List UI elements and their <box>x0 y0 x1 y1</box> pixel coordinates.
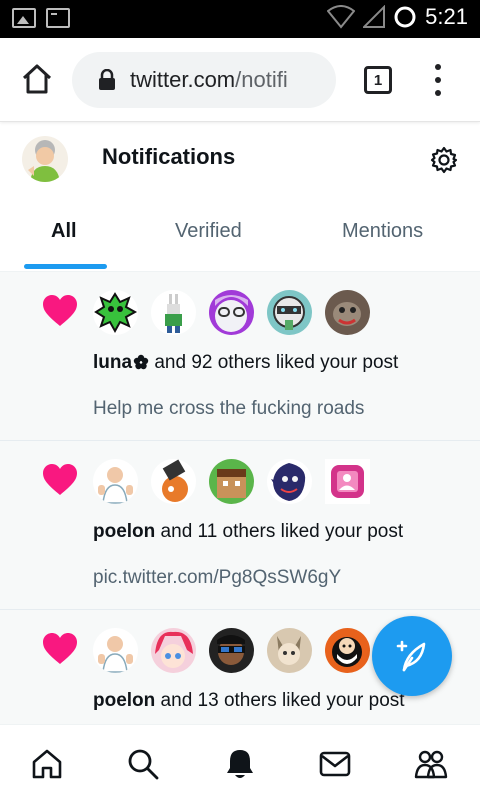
search-icon[interactable] <box>126 747 160 781</box>
terminal-notification-icon <box>46 8 70 28</box>
active-tab-indicator <box>24 264 107 269</box>
avatar[interactable] <box>325 459 370 504</box>
notification-text: luna and 92 others liked your post <box>93 352 398 376</box>
actor-name[interactable]: poelon <box>93 521 155 542</box>
liker-avatars <box>93 628 370 673</box>
avatar[interactable] <box>325 290 370 335</box>
browser-home-icon[interactable] <box>20 62 54 96</box>
compose-feather-icon <box>396 640 426 672</box>
notification-message: and 13 others liked your post <box>155 690 405 711</box>
actor-name[interactable]: poelon <box>93 690 155 711</box>
communities-icon[interactable] <box>414 747 448 781</box>
bottom-navigation <box>0 724 480 800</box>
tab-verified[interactable]: Verified <box>175 220 242 243</box>
status-bar: 5:21 <box>0 0 480 38</box>
notification-message: and 11 others liked your post <box>155 521 404 542</box>
avatar[interactable] <box>93 290 138 335</box>
avatar[interactable] <box>209 290 254 335</box>
home-icon[interactable] <box>30 747 64 781</box>
address-bar[interactable]: twitter.com/notifi <box>72 52 336 108</box>
avatar[interactable] <box>209 459 254 504</box>
lock-icon <box>99 69 115 90</box>
avatar[interactable] <box>151 290 196 335</box>
notification-tabs: All Verified Mentions <box>0 198 480 272</box>
actor-name[interactable]: luna <box>93 352 132 373</box>
post-preview[interactable]: Help me cross the fucking roads <box>93 398 364 420</box>
heart-icon <box>43 295 77 326</box>
signal-icon <box>363 5 386 28</box>
notifications-bell-icon[interactable] <box>223 747 257 781</box>
browser-toolbar: twitter.com/notifi 1 <box>0 38 480 122</box>
status-time: 5:21 <box>425 4 468 29</box>
wifi-icon <box>327 5 356 29</box>
profile-avatar[interactable] <box>22 136 68 182</box>
url-path: /notifi <box>235 67 288 92</box>
flower-icon <box>133 354 149 376</box>
messages-icon[interactable] <box>318 747 352 781</box>
heart-icon <box>43 464 77 495</box>
avatar[interactable] <box>93 459 138 504</box>
page-header: Notifications <box>0 124 480 198</box>
notification-text: poelon and 11 others liked your post <box>93 521 403 543</box>
notification-message: and 92 others liked your post <box>149 352 399 373</box>
page-title: Notifications <box>102 144 236 169</box>
liker-avatars <box>93 459 370 504</box>
avatar[interactable] <box>93 628 138 673</box>
tab-switcher-button[interactable]: 1 <box>364 66 392 94</box>
avatar[interactable] <box>325 628 370 673</box>
liker-avatars <box>93 290 370 335</box>
avatar[interactable] <box>209 628 254 673</box>
post-preview[interactable]: pic.twitter.com/Pg8QsSW6gY <box>93 567 341 589</box>
avatar[interactable] <box>151 459 196 504</box>
avatar[interactable] <box>151 628 196 673</box>
tab-mentions[interactable]: Mentions <box>342 220 423 243</box>
notification-text: poelon and 13 others liked your post <box>93 690 405 712</box>
url-host: twitter.com <box>130 67 236 92</box>
notification-item[interactable]: luna and 92 others liked your post Help … <box>0 272 480 441</box>
avatar[interactable] <box>267 459 312 504</box>
notification-item[interactable]: poelon and 11 others liked your post pic… <box>0 441 480 610</box>
tab-all[interactable]: All <box>51 220 77 243</box>
avatar[interactable] <box>267 290 312 335</box>
browser-menu-icon[interactable] <box>428 64 448 96</box>
avatar[interactable] <box>267 628 312 673</box>
compose-post-button[interactable] <box>372 616 452 696</box>
gear-icon[interactable] <box>430 146 458 174</box>
image-notification-icon <box>12 8 36 28</box>
battery-saver-icon <box>394 6 416 28</box>
url-text: twitter.com/notifi <box>130 67 288 93</box>
heart-icon <box>43 633 77 664</box>
